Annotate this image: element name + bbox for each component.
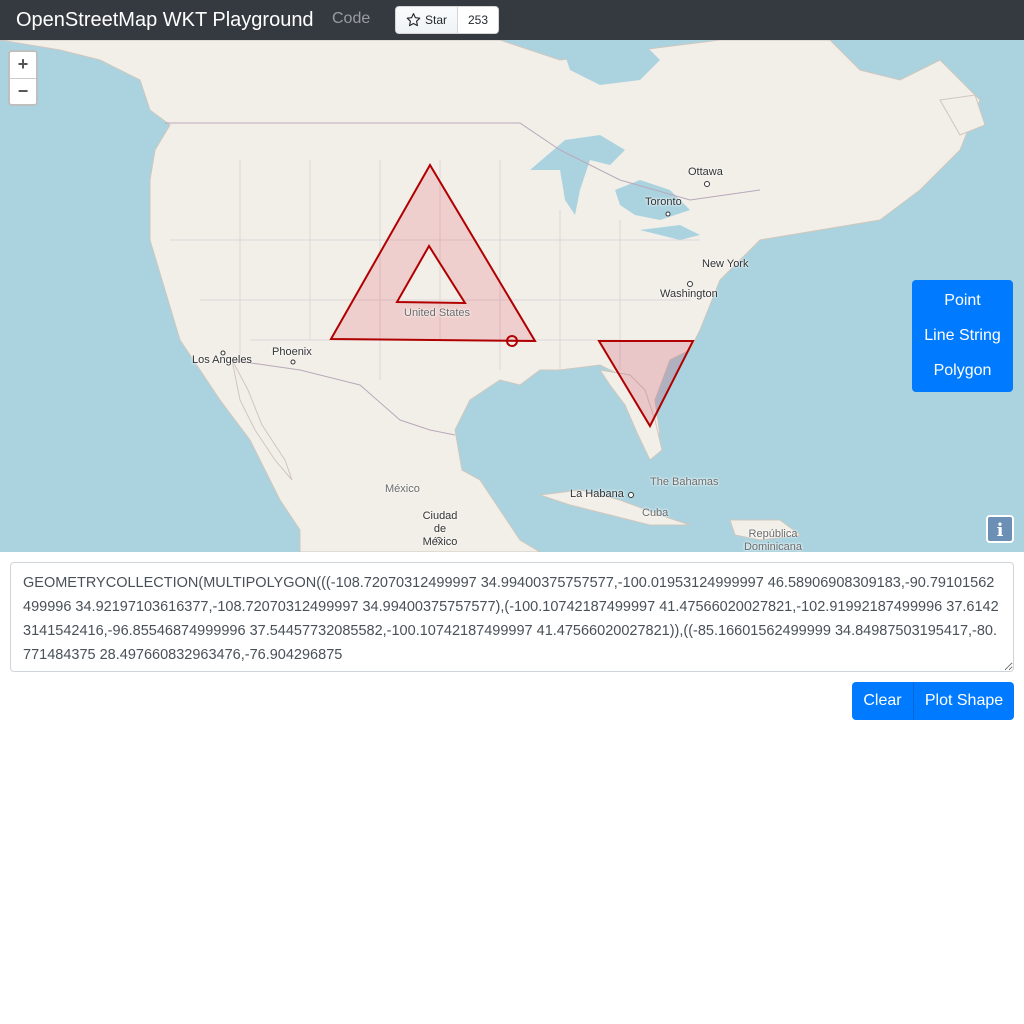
label-toronto: Toronto xyxy=(645,196,682,208)
app-title[interactable]: OpenStreetMap WKT Playground xyxy=(16,8,314,32)
polygon-shape-button[interactable]: Polygon xyxy=(912,356,1013,386)
github-star-count[interactable]: 253 xyxy=(458,7,498,33)
info-button[interactable]: i xyxy=(986,515,1014,543)
label-la-habana: La Habana xyxy=(570,488,624,500)
shape-type-panel: Point Line String Polygon xyxy=(912,280,1013,392)
zoom-control: + − xyxy=(8,50,38,106)
label-phoenix: Phoenix xyxy=(272,346,312,358)
label-washington: Washington xyxy=(660,288,718,300)
wkt-input[interactable]: GEOMETRYCOLLECTION(MULTIPOLYGON(((-108.7… xyxy=(10,562,1014,672)
github-star[interactable]: Star xyxy=(396,7,458,33)
city-dot-washington xyxy=(687,281,693,287)
label-republica-dominicana: República Dominicana xyxy=(743,528,803,552)
point-shape-button[interactable]: Point xyxy=(912,286,1013,316)
map-view[interactable]: + − Ottawa Toronto New York Washington U… xyxy=(0,40,1024,552)
city-dot-ottawa xyxy=(704,181,710,187)
github-star-label: Star xyxy=(424,13,447,27)
label-ciudad-de-mexico: Ciudad de México xyxy=(422,510,458,548)
label-the-bahamas: The Bahamas xyxy=(650,476,719,488)
label-mexico: México xyxy=(385,483,420,495)
city-dot-toronto xyxy=(665,211,671,217)
star-icon xyxy=(406,13,421,27)
city-dot-phoenix xyxy=(290,359,296,365)
navbar: OpenStreetMap WKT Playground Code Star 2… xyxy=(0,0,1024,40)
github-star-button[interactable]: Star 253 xyxy=(395,6,499,34)
label-new-york: New York xyxy=(702,258,749,270)
code-link[interactable]: Code xyxy=(332,9,370,29)
zoom-in-button[interactable]: + xyxy=(10,52,36,78)
action-buttons: Clear Plot Shape xyxy=(852,682,1014,720)
line-string-shape-button[interactable]: Line String xyxy=(912,321,1013,351)
clear-button[interactable]: Clear xyxy=(852,682,913,720)
label-united-states: United States xyxy=(404,307,471,319)
label-ottawa: Ottawa xyxy=(688,166,723,178)
map-base-layer xyxy=(0,40,986,552)
city-dot-la-habana xyxy=(628,492,634,498)
plot-shape-button[interactable]: Plot Shape xyxy=(913,682,1014,720)
label-los-angeles: Los Angeles xyxy=(192,354,252,366)
zoom-out-button[interactable]: − xyxy=(10,78,36,104)
label-cuba: Cuba xyxy=(642,507,669,519)
